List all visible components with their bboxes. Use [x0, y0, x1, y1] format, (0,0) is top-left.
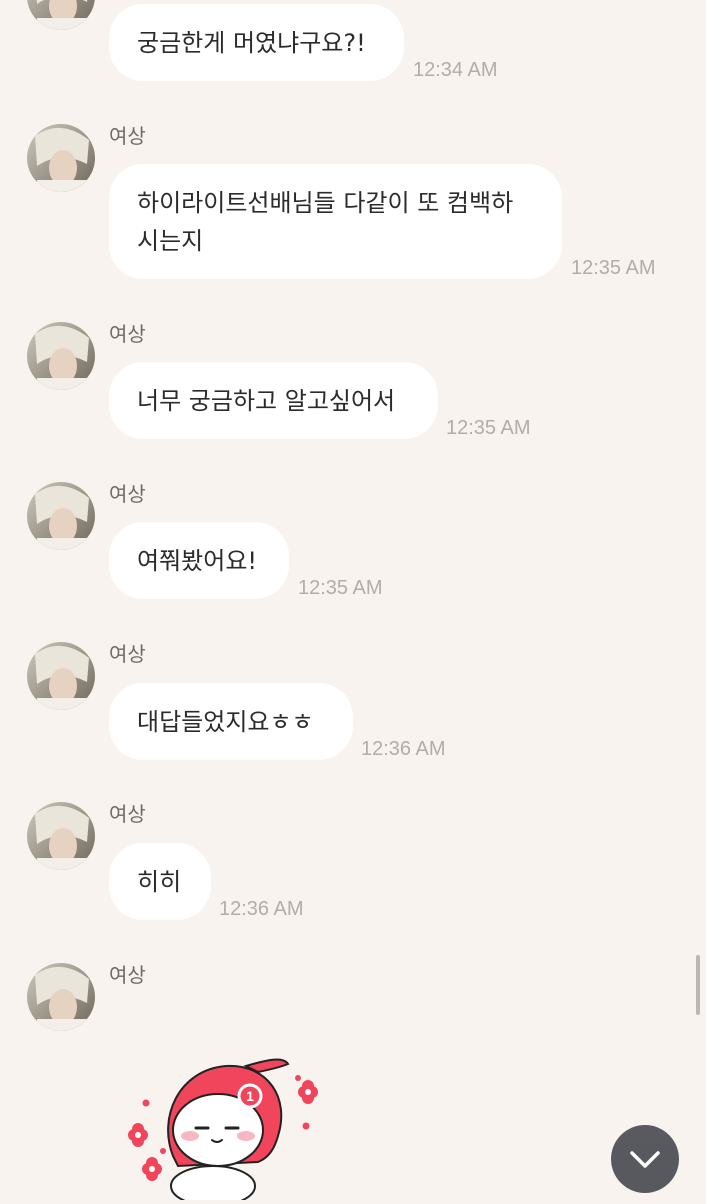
scrollbar-thumb[interactable]: [696, 955, 700, 1015]
sender-avatar[interactable]: [27, 802, 95, 870]
red-hood-character-sticker[interactable]: 1: [118, 1058, 333, 1204]
sender-avatar[interactable]: [27, 642, 95, 710]
message-bubble[interactable]: 히히: [109, 843, 211, 920]
message-time: 12:34 AM: [413, 59, 498, 81]
scroll-to-bottom-button[interactable]: [611, 1125, 679, 1193]
message-time: 12:35 AM: [571, 257, 656, 279]
sender-name: 여상: [109, 963, 146, 987]
sender-name: 여상: [109, 802, 146, 826]
sender-avatar[interactable]: [27, 322, 95, 390]
message-time: 12:36 AM: [219, 898, 304, 920]
message-bubble[interactable]: 대답들었지요ㅎㅎ: [109, 683, 353, 760]
sender-avatar[interactable]: [27, 0, 95, 30]
sender-name: 여상: [109, 642, 146, 666]
sender-avatar[interactable]: [27, 482, 95, 550]
chat-message-list[interactable]: 궁금한게 머였냐구요?! 12:34 AM 여상 하이라이트선배님들 다같이 또…: [0, 0, 706, 1204]
sender-name: 여상: [109, 124, 146, 148]
message-time: 12:35 AM: [298, 577, 383, 599]
flower-icon: [142, 1157, 162, 1181]
message-bubble[interactable]: 여쭤봤어요!: [109, 522, 289, 599]
chevron-down-icon: [630, 1151, 660, 1168]
message-bubble[interactable]: 궁금한게 머였냐구요?!: [109, 4, 404, 81]
flower-icon: [128, 1123, 148, 1147]
flower-icon: [298, 1080, 318, 1104]
sender-name: 여상: [109, 482, 146, 506]
sticker-badge: 1: [246, 1088, 254, 1104]
message-time: 12:36 AM: [361, 738, 446, 760]
message-time: 12:35 AM: [446, 417, 531, 439]
sender-name: 여상: [109, 322, 146, 346]
message-bubble[interactable]: 너무 궁금하고 알고싶어서: [109, 362, 438, 439]
sender-avatar[interactable]: [27, 124, 95, 192]
message-bubble[interactable]: 하이라이트선배님들 다같이 또 컴백하시는지: [109, 164, 562, 279]
sender-avatar[interactable]: [27, 963, 95, 1031]
